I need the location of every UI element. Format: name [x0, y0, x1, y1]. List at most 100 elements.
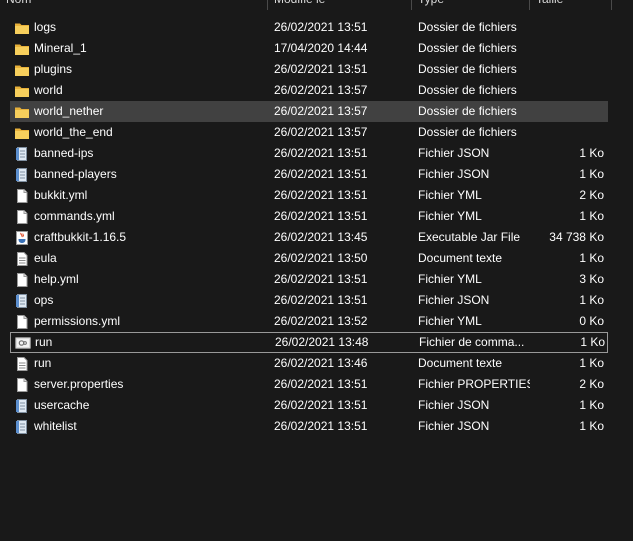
column-header-size[interactable]: Taille — [530, 0, 612, 10]
java-jar-icon — [14, 231, 30, 245]
file-type: Fichier JSON — [418, 419, 490, 433]
file-type: Dossier de fichiers — [418, 41, 517, 55]
file-icon — [14, 210, 30, 224]
file-icon-cell — [14, 59, 30, 80]
file-row[interactable]: Mineral_1 17/04/2020 14:44 Dossier de fich… — [10, 38, 608, 59]
file-row[interactable]: world_the_end 26/02/2021 13:57 Dossier de … — [10, 122, 608, 143]
file-modified-date: 26/02/2021 13:51 — [274, 398, 368, 412]
folder-icon — [14, 21, 30, 35]
file-modified-date: 26/02/2021 13:51 — [274, 293, 368, 307]
file-name: eula — [34, 251, 57, 265]
file-row[interactable]: run 26/02/2021 13:46 Document texte 1 Ko — [10, 353, 608, 374]
file-icon-cell — [14, 164, 30, 185]
text-file-icon — [14, 357, 30, 371]
file-name: ops — [34, 293, 54, 307]
file-type: Fichier JSON — [418, 398, 490, 412]
file-size: 1 Ko — [579, 146, 604, 160]
file-row[interactable]: help.yml 26/02/2021 13:51 Fichier YML 3 Ko — [10, 269, 608, 290]
file-type: Dossier de fichiers — [418, 104, 517, 118]
file-list: logs 26/02/2021 13:51 Dossier de fichiers M… — [10, 17, 608, 437]
file-type: Fichier JSON — [418, 167, 490, 181]
file-icon-cell — [14, 311, 30, 332]
file-size: 1 Ko — [579, 251, 604, 265]
file-icon-cell — [14, 80, 30, 101]
file-type: Fichier JSON — [418, 146, 490, 160]
file-name: logs — [34, 20, 57, 34]
file-size: 1 Ko — [579, 419, 604, 433]
file-type: Document texte — [418, 251, 503, 265]
column-header-type[interactable]: Type — [412, 0, 530, 10]
file-row[interactable]: logs 26/02/2021 13:51 Dossier de fichiers — [10, 17, 608, 38]
file-explorer-view: Nom Modifié le Type Taille logs 26/02/202… — [0, 0, 633, 541]
file-size — [530, 80, 604, 101]
file-row[interactable]: bukkit.yml 26/02/2021 13:51 Fichier YML 2 K… — [10, 185, 608, 206]
file-modified-date: 26/02/2021 13:57 — [274, 104, 368, 118]
file-icon-cell — [14, 17, 30, 38]
file-row[interactable]: world_nether 26/02/2021 13:57 Dossier de f… — [10, 101, 608, 122]
file-type: Fichier YML — [418, 209, 482, 223]
column-header-name[interactable]: Nom — [0, 0, 268, 10]
file-modified-date: 26/02/2021 13:51 — [274, 272, 368, 286]
file-name: Mineral_1 — [34, 41, 87, 55]
json-file-icon — [14, 420, 30, 434]
file-modified-date: 26/02/2021 13:57 — [274, 125, 368, 139]
file-row[interactable]: server.properties 26/02/2021 13:51 Fichier… — [10, 374, 608, 395]
file-size: 1 Ko — [579, 293, 604, 307]
file-row[interactable]: banned-ips 26/02/2021 13:51 Fichier JSON 1 … — [10, 143, 608, 164]
folder-icon — [14, 42, 30, 56]
file-size: 2 Ko — [579, 188, 604, 202]
file-icon-cell — [14, 395, 30, 416]
file-type: Dossier de fichiers — [418, 20, 517, 34]
folder-icon — [14, 126, 30, 140]
file-modified-date: 26/02/2021 13:51 — [274, 419, 368, 433]
file-size — [530, 17, 604, 38]
folder-icon — [14, 105, 30, 119]
file-row[interactable]: plugins 26/02/2021 13:51 Dossier de fichie… — [10, 59, 608, 80]
file-modified-date: 26/02/2021 13:52 — [274, 314, 368, 328]
file-modified-date: 26/02/2021 13:48 — [275, 335, 369, 349]
file-row[interactable]: eula 26/02/2021 13:50 Document texte 1 Ko — [10, 248, 608, 269]
file-row[interactable]: craftbukkit-1.16.5 26/02/2021 13:45 Execut… — [10, 227, 608, 248]
file-icon-cell — [14, 416, 30, 437]
file-modified-date: 26/02/2021 13:51 — [274, 146, 368, 160]
file-icon-cell — [14, 38, 30, 59]
file-icon-cell — [14, 143, 30, 164]
file-icon-cell — [14, 353, 30, 374]
file-icon — [14, 315, 30, 329]
file-type: Fichier YML — [418, 272, 482, 286]
file-modified-date: 26/02/2021 13:51 — [274, 377, 368, 391]
file-name: world_nether — [34, 104, 104, 118]
file-icon — [14, 189, 30, 203]
file-row[interactable]: banned-players 26/02/2021 13:51 Fichier JS… — [10, 164, 608, 185]
file-modified-date: 26/02/2021 13:50 — [274, 251, 368, 265]
file-row[interactable]: ops 26/02/2021 13:51 Fichier JSON 1 Ko — [10, 290, 608, 311]
file-name: usercache — [34, 398, 90, 412]
file-type: Executable Jar File — [418, 230, 521, 244]
file-name: world_the_end — [34, 125, 113, 139]
file-row[interactable]: world 26/02/2021 13:57 Dossier de fichiers — [10, 80, 608, 101]
file-row[interactable]: run 26/02/2021 13:48 Fichier de comma... 1 … — [10, 332, 608, 353]
file-name: plugins — [34, 62, 73, 76]
file-icon-cell — [14, 101, 30, 122]
file-icon-cell — [14, 374, 30, 395]
file-row[interactable]: usercache 26/02/2021 13:51 Fichier JSON 1 K… — [10, 395, 608, 416]
file-name: whitelist — [34, 419, 77, 433]
file-row[interactable]: permissions.yml 26/02/2021 13:52 Fichier Y… — [10, 311, 608, 332]
file-modified-date: 17/04/2020 14:44 — [274, 41, 368, 55]
file-row[interactable]: commands.yml 26/02/2021 13:51 Fichier YML 1… — [10, 206, 608, 227]
file-name: server.properties — [34, 377, 124, 391]
batch-file-icon — [15, 336, 31, 350]
file-icon — [14, 378, 30, 392]
file-size: 3 Ko — [579, 272, 604, 286]
file-size: 1 Ko — [579, 356, 604, 370]
column-header-modified[interactable]: Modifié le — [268, 0, 412, 10]
file-name: run — [35, 335, 53, 349]
file-name: craftbukkit-1.16.5 — [34, 230, 127, 244]
file-size: 1 Ko — [579, 398, 604, 412]
file-modified-date: 26/02/2021 13:51 — [274, 188, 368, 202]
file-size: 0 Ko — [579, 314, 604, 328]
file-row[interactable]: whitelist 26/02/2021 13:51 Fichier JSON 1 K… — [10, 416, 608, 437]
json-file-icon — [14, 399, 30, 413]
file-modified-date: 26/02/2021 13:51 — [274, 209, 368, 223]
file-type: Fichier YML — [418, 188, 482, 202]
